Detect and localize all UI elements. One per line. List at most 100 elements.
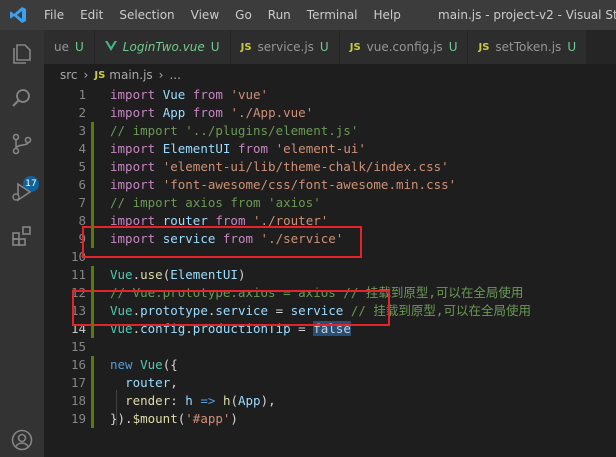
tab-label: LoginTwo.vue	[122, 40, 205, 54]
window-title: main.js - project-v2 - Visual Studio	[438, 8, 616, 22]
code-token: ,	[170, 375, 178, 390]
code-token: from	[192, 105, 223, 120]
tab-ue[interactable]: ue U	[44, 30, 95, 64]
tab-label: setToken.js	[495, 40, 562, 54]
tab-settoken-js[interactable]: JS setToken.js U	[468, 30, 588, 64]
tab-service-js[interactable]: JS service.js U	[230, 30, 340, 64]
line-number: 4	[78, 141, 86, 156]
code-line[interactable]: 15	[44, 338, 616, 356]
menu-selection[interactable]: Selection	[111, 0, 182, 30]
added-line-marker	[91, 284, 94, 302]
menu-run[interactable]: Run	[260, 0, 299, 30]
tab-logintwo-vue[interactable]: LoginTwo.vue U	[94, 30, 231, 64]
added-line-marker	[91, 356, 94, 374]
code-token: }).	[110, 411, 133, 426]
code-token: use	[140, 267, 163, 282]
added-line-marker	[91, 230, 94, 248]
line-number: 5	[78, 159, 86, 174]
tab-vue-config-js[interactable]: JS vue.config.js U	[339, 30, 469, 64]
breadcrumb-file[interactable]: main.js	[109, 68, 152, 82]
code-line[interactable]: 3 // import '../plugins/element.js'	[44, 122, 616, 140]
line-code: // import '../plugins/element.js'	[110, 122, 358, 140]
highlight-box-prototype-service	[72, 290, 390, 326]
code-line[interactable]: 7 // import axios from 'axios'	[44, 194, 616, 212]
editor-tab-bar: ue U LoginTwo.vue U JS service.js U JS vue.confi…	[44, 30, 616, 64]
js-file-icon: JS	[478, 41, 490, 53]
menu-terminal[interactable]: Terminal	[299, 0, 366, 30]
files-icon[interactable]	[6, 38, 38, 70]
code-line[interactable]: 5 import 'element-ui/lib/theme-chalk/inde…	[44, 158, 616, 176]
run-debug-icon[interactable]	[6, 176, 38, 208]
indent-guide	[116, 390, 117, 426]
activity-bar: 17	[0, 30, 44, 457]
code-line[interactable]: 18 render: h => h(App),	[44, 392, 616, 410]
line-number: 3	[78, 123, 86, 138]
chevron-right-icon: ›	[158, 68, 164, 82]
line-number: 8	[78, 213, 86, 228]
menu-edit[interactable]: Edit	[72, 0, 111, 30]
code-token: )	[237, 267, 246, 282]
code-token: import	[110, 141, 156, 156]
vscode-logo-icon	[0, 0, 36, 30]
line-code: import Vue from 'vue'	[110, 86, 268, 104]
code-token: Vue	[162, 87, 186, 102]
menu-help[interactable]: Help	[366, 0, 409, 30]
code-token: // import axios from 'axios'	[110, 195, 321, 210]
code-token: import	[110, 105, 156, 120]
added-line-marker	[91, 266, 94, 284]
account-icon[interactable]	[6, 424, 38, 456]
extensions-icon[interactable]	[6, 220, 38, 252]
menu-file[interactable]: File	[36, 0, 72, 30]
code-token: 'element-ui/lib/theme-chalk/index.css'	[162, 159, 449, 174]
code-token: from	[192, 87, 223, 102]
line-code: router,	[110, 374, 178, 392]
code-line[interactable]: 6 import 'font-awesome/css/font-awesome.m…	[44, 176, 616, 194]
search-icon[interactable]	[6, 82, 38, 114]
line-number: 15	[70, 339, 86, 354]
js-file-icon: JS	[349, 41, 361, 53]
menu-go[interactable]: Go	[227, 0, 260, 30]
menu-view[interactable]: View	[183, 0, 227, 30]
tab-label: service.js	[257, 40, 314, 54]
line-number: 1	[78, 87, 86, 102]
added-line-marker	[91, 392, 94, 410]
code-token: 'element-ui'	[275, 141, 366, 156]
breadcrumb-symbols[interactable]: ...	[169, 68, 180, 82]
line-number: 10	[70, 249, 86, 264]
line-code: Vue.use(ElementUI)	[110, 266, 245, 284]
line-code: render: h => h(App),	[110, 392, 276, 410]
code-token: import	[110, 177, 156, 192]
code-line[interactable]: 2 import App from './App.vue'	[44, 104, 616, 122]
code-line[interactable]: 1 import Vue from 'vue'	[44, 86, 616, 104]
code-token: import	[110, 159, 156, 174]
untracked-indicator: U	[75, 40, 84, 54]
line-number: 11	[70, 267, 86, 282]
added-line-marker	[91, 176, 94, 194]
code-line[interactable]: 16 new Vue({	[44, 356, 616, 374]
code-editor[interactable]: 19}).$mount('#app') 18 render: h => h(App…	[44, 84, 616, 457]
vue-file-icon	[104, 40, 117, 54]
untracked-indicator: U	[319, 40, 329, 54]
source-control-icon[interactable]	[6, 128, 38, 160]
code-token: ),	[260, 393, 276, 408]
code-token: './App.vue'	[230, 105, 314, 120]
untracked-indicator: U	[567, 40, 577, 54]
code-token: ElementUI	[170, 267, 238, 282]
code-line[interactable]: 4 import ElementUI from 'element-ui'	[44, 140, 616, 158]
code-token: 'font-awesome/css/font-awesome.min.css'	[162, 177, 457, 192]
code-line[interactable]: 19}).$mount('#app')	[44, 410, 616, 428]
code-line[interactable]: 11 Vue.use(ElementUI)	[44, 266, 616, 284]
code-line[interactable]: 17 router,	[44, 374, 616, 392]
line-code: import ElementUI from 'element-ui'	[110, 140, 366, 158]
line-code: new Vue({	[110, 356, 178, 374]
added-line-marker	[91, 122, 94, 140]
breadcrumb-folder[interactable]: src	[60, 68, 78, 82]
code-token: .	[132, 267, 141, 282]
code-token: (	[230, 393, 238, 408]
line-code: // import axios from 'axios'	[110, 194, 321, 212]
